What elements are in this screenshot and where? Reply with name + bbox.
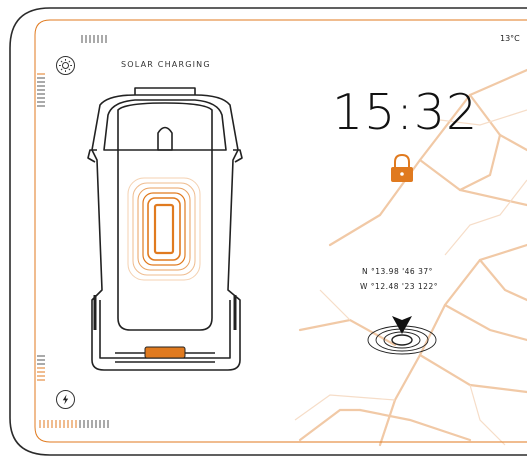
top-ticks	[81, 35, 107, 43]
dashboard-screen: SOLAR CHARGING 13°C 15:32 N °13.98 '46 3…	[0, 0, 527, 460]
map-location-marker[interactable]	[366, 312, 438, 356]
coordinate-north: N °13.98 '46 37°	[362, 267, 433, 276]
charge-button[interactable]	[56, 390, 75, 409]
lock-button[interactable]	[388, 152, 416, 184]
page-title: SOLAR CHARGING	[121, 60, 211, 69]
bottom-ticks	[39, 420, 109, 428]
car-view[interactable]	[88, 86, 244, 374]
dashboard-graphics	[9, 7, 527, 456]
brightness-button[interactable]	[56, 56, 75, 75]
temperature-readout: 13°C	[500, 34, 520, 43]
sun-icon	[59, 59, 72, 72]
left-ticks-lower	[37, 355, 45, 381]
left-ticks-upper	[37, 73, 45, 107]
coordinate-west: W °12.48 '23 122°	[360, 282, 438, 291]
clock-time: 15:32	[332, 84, 479, 141]
lightning-icon	[62, 394, 69, 405]
